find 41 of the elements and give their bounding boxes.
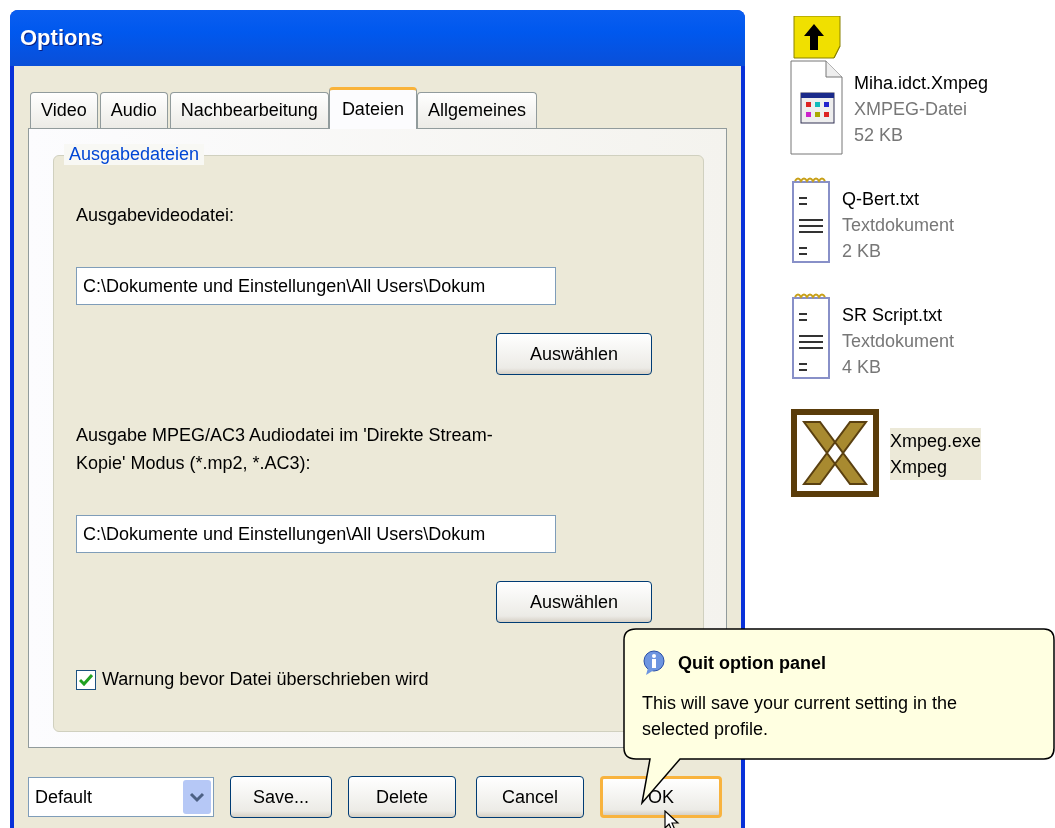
group-legend: Ausgabedateien [64, 144, 205, 165]
file-type: Xmpeg [890, 456, 949, 479]
dropdown-value: Default [35, 786, 93, 808]
tab[interactable]: Nachbearbeitung [169, 92, 329, 128]
tooltip-title: Quit option panel [678, 652, 826, 674]
notepad-icon [790, 176, 832, 266]
checkbox[interactable] [76, 669, 96, 690]
window-title: Options [20, 25, 104, 51]
dialog-button[interactable]: OK [600, 776, 722, 818]
file-type: XMPEG-Datei [854, 98, 969, 121]
tab[interactable]: Dateien [328, 87, 417, 129]
tab[interactable]: Audio [99, 92, 168, 128]
file-icon [790, 60, 844, 156]
file-name[interactable]: SR Script.txt [842, 302, 955, 328]
file-label-highlight[interactable]: Xmpeg.exe Xmpeg [890, 428, 982, 480]
file-name[interactable]: Q-Bert.txt [842, 186, 955, 212]
file-size: 4 KB [842, 356, 883, 379]
checkbox-label: Warnung bevor Datei überschrieben wird [102, 669, 429, 690]
profile-dropdown[interactable]: Default [28, 777, 214, 817]
tooltip-text: This will save your current setting in the selected profile. [641, 692, 959, 741]
field-label: Ausgabevideodatei: [76, 204, 236, 227]
tab[interactable]: Allgemeines [416, 92, 537, 128]
field-label: Ausgabe MPEG/AC3 Audiodatei im 'Direkte Stream-Kopie' Modus (*.mp2, *.AC3): [76, 424, 494, 475]
file-name[interactable]: Xmpeg.exe [890, 428, 982, 454]
notepad-icon [790, 292, 832, 382]
input-field[interactable]: C:\Dokumente und Einstellungen\All Users\Dokum [76, 515, 556, 553]
dialog-button[interactable]: Delete [348, 776, 456, 818]
file-size: 2 KB [842, 240, 883, 263]
file-type: Textdokument [842, 330, 955, 353]
browse-button[interactable]: Auswählen [496, 581, 652, 623]
info-icon [642, 650, 666, 676]
file-type: Textdokument [842, 214, 955, 237]
dialog-button[interactable]: Cancel [476, 776, 584, 818]
file-name[interactable]: Miha.idct.Xmpeg [854, 70, 989, 96]
input-field[interactable]: C:\Dokumente und Einstellungen\All Users\Dokum [76, 267, 556, 305]
mouse-cursor-icon [664, 810, 680, 828]
file-size: 52 KB [854, 124, 905, 147]
dialog-button[interactable]: Save... [230, 776, 332, 818]
browse-button[interactable]: Auswählen [496, 333, 652, 375]
tab[interactable]: Video [30, 92, 98, 128]
x-logo-icon [790, 408, 880, 498]
